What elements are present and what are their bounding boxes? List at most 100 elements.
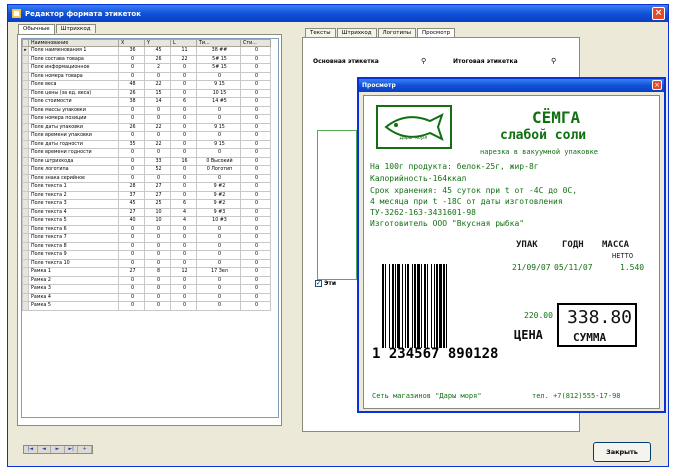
- table-row[interactable]: Поле текста 700000: [22, 233, 271, 243]
- cell-style[interactable]: 0: [240, 216, 271, 226]
- cell-x[interactable]: 0: [118, 275, 145, 285]
- table-row[interactable]: Поле текста 800000: [22, 241, 271, 251]
- cell-x[interactable]: 0: [118, 241, 145, 251]
- cell-y[interactable]: 45: [144, 46, 171, 56]
- cell-style[interactable]: 0: [240, 258, 271, 268]
- cell-l[interactable]: 16: [170, 156, 197, 166]
- cell-l[interactable]: 0: [170, 148, 197, 158]
- col-type-header[interactable]: Ти...: [196, 39, 241, 47]
- cell-l[interactable]: 0: [170, 250, 197, 260]
- col-name-header[interactable]: Наименование: [28, 39, 119, 47]
- cell-type[interactable]: 0: [196, 292, 241, 302]
- cell-style[interactable]: 0: [240, 80, 271, 90]
- cell-style[interactable]: 0: [240, 233, 271, 243]
- cell-name[interactable]: Рамка 5: [28, 301, 119, 311]
- cell-name[interactable]: Поле штрихкода: [28, 156, 119, 166]
- tab-texts[interactable]: Тексты: [305, 28, 336, 37]
- cell-y[interactable]: 27: [144, 182, 171, 192]
- cell-x[interactable]: 0: [118, 224, 145, 234]
- cell-name[interactable]: Рамка 2: [28, 275, 119, 285]
- cell-l[interactable]: 0: [170, 80, 197, 90]
- cell-type[interactable]: 0: [196, 284, 241, 294]
- cell-l[interactable]: 0: [170, 71, 197, 81]
- cell-style[interactable]: 0: [240, 292, 271, 302]
- cell-l[interactable]: 0: [170, 114, 197, 124]
- cell-style[interactable]: 0: [240, 88, 271, 98]
- cell-x[interactable]: 0: [118, 284, 145, 294]
- cell-name[interactable]: Поле номера товара: [28, 71, 119, 81]
- cell-y[interactable]: 22: [144, 122, 171, 132]
- cell-style[interactable]: 0: [240, 97, 271, 107]
- cell-l[interactable]: 0: [170, 292, 197, 302]
- table-row[interactable]: Рамка 1 27 8 12 17 Зел 0: [22, 267, 271, 277]
- cell-l[interactable]: 0: [170, 301, 197, 311]
- cell-style[interactable]: 0: [240, 131, 271, 141]
- cell-style[interactable]: 0: [240, 156, 271, 166]
- tab-general[interactable]: Обычные: [18, 24, 55, 34]
- table-row[interactable]: Поле текста 1 28 27 0 9 #2 0: [22, 182, 271, 192]
- cell-name[interactable]: Поле цены (за ед. веса): [28, 88, 119, 98]
- cell-l[interactable]: 6: [170, 199, 197, 209]
- cell-y[interactable]: 0: [144, 233, 171, 243]
- cell-x[interactable]: 0: [118, 54, 145, 64]
- nav-prev-button[interactable]: ◄: [38, 446, 52, 453]
- cell-name[interactable]: Поле даты упаковки: [28, 122, 119, 132]
- cell-x[interactable]: 0: [118, 63, 145, 73]
- cell-type[interactable]: 9 15: [196, 122, 241, 132]
- cell-type[interactable]: 9 #2: [196, 190, 241, 200]
- cell-type[interactable]: 9 15: [196, 139, 241, 149]
- cell-style[interactable]: 0: [240, 199, 271, 209]
- table-row[interactable]: Поле стоимости 38 14 6 14 #5 0: [22, 97, 271, 107]
- cell-name[interactable]: Поле информационное: [28, 63, 119, 73]
- cell-type[interactable]: 0 Высокий: [196, 156, 241, 166]
- cell-name[interactable]: Поле текста 4: [28, 207, 119, 217]
- cell-type[interactable]: 5# 15: [196, 63, 241, 73]
- cell-style[interactable]: 0: [240, 139, 271, 149]
- cell-l[interactable]: 0: [170, 88, 197, 98]
- cell-type[interactable]: 0: [196, 173, 241, 183]
- cell-y[interactable]: 26: [144, 54, 171, 64]
- cell-y[interactable]: 0: [144, 148, 171, 158]
- cell-y[interactable]: 0: [144, 258, 171, 268]
- cell-style[interactable]: 0: [240, 46, 271, 56]
- table-row[interactable]: Поле номера товара 0 0 0 0 0: [22, 71, 271, 81]
- cell-type[interactable]: 0: [196, 71, 241, 81]
- cell-l[interactable]: 0: [170, 241, 197, 251]
- cell-l[interactable]: 4: [170, 216, 197, 226]
- cell-y[interactable]: 0: [144, 105, 171, 115]
- window-close-button[interactable]: ×: [652, 7, 665, 20]
- table-row[interactable]: Поле массы упаковки 0 0 0 0 0: [22, 105, 271, 115]
- cell-name[interactable]: Поле текста 8: [28, 241, 119, 251]
- cell-style[interactable]: 0: [240, 284, 271, 294]
- cell-type[interactable]: 38 ##: [196, 46, 241, 56]
- col-y-header[interactable]: Y: [144, 39, 171, 47]
- binoculars-icon[interactable]: ⚲: [421, 57, 426, 65]
- cell-l[interactable]: 0: [170, 275, 197, 285]
- table-row[interactable]: Поле номера позиции 0 0 0 0 0: [22, 114, 271, 124]
- cell-x[interactable]: 40: [118, 216, 145, 226]
- col-style-header[interactable]: Сти...: [240, 39, 271, 47]
- nav-first-button[interactable]: |◄: [24, 446, 38, 453]
- fields-grid[interactable]: Наименование X Y L Ти... Сти... ▸ Поле на…: [21, 38, 279, 418]
- cell-name[interactable]: Поле текста 3: [28, 199, 119, 209]
- cell-y[interactable]: 22: [144, 139, 171, 149]
- preview-titlebar[interactable]: Просмотр: [359, 79, 664, 92]
- table-row[interactable]: Поле штрихкода 0 33 16 0 Высокий 0: [22, 156, 271, 166]
- cell-x[interactable]: 0: [118, 71, 145, 81]
- cell-l[interactable]: 0: [170, 63, 197, 73]
- cell-l[interactable]: 0: [170, 258, 197, 268]
- cell-type[interactable]: 9 #2: [196, 182, 241, 192]
- cell-x[interactable]: 45: [118, 199, 145, 209]
- tab-logos[interactable]: Логотипы: [377, 28, 417, 37]
- nav-add-button[interactable]: +: [78, 446, 92, 453]
- table-row[interactable]: Поле текста 2 37 27 0 9 #2 0: [22, 190, 271, 200]
- cell-x[interactable]: 0: [118, 250, 145, 260]
- cell-name[interactable]: Поле массы упаковки: [28, 105, 119, 115]
- cell-x[interactable]: 0: [118, 165, 145, 175]
- cell-type[interactable]: 0: [196, 275, 241, 285]
- cell-l[interactable]: 12: [170, 267, 197, 277]
- cell-x[interactable]: 28: [118, 182, 145, 192]
- table-row[interactable]: Поле текста 10 0 0 0 0 0: [22, 258, 271, 268]
- cell-x[interactable]: 27: [118, 267, 145, 277]
- cell-y[interactable]: 0: [144, 131, 171, 141]
